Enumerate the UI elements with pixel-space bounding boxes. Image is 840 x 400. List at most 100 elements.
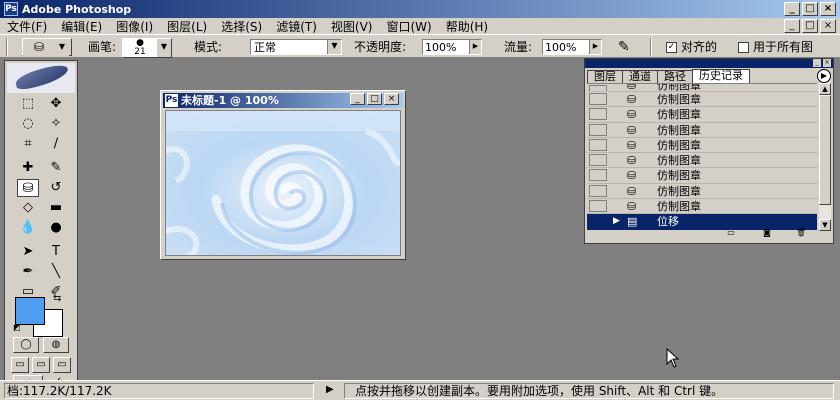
blur-tool-icon[interactable]: 💧 [17, 219, 39, 237]
history-state[interactable]: ⛁ 仿制图章 [587, 153, 817, 169]
history-state[interactable]: ⛁ 仿制图章 [587, 92, 817, 108]
screen-mode-full-button[interactable]: ▭ [53, 357, 71, 373]
new-document-from-state-icon[interactable]: ▭ [723, 229, 739, 239]
history-source-checkbox[interactable] [589, 85, 607, 91]
foreground-color-swatch[interactable] [15, 297, 45, 325]
delete-state-icon[interactable]: 🗑 [793, 229, 809, 239]
flow-field[interactable]: 100% ▶ [542, 39, 602, 55]
brush-tool-icon[interactable]: ✎ [45, 159, 67, 177]
all-layers-checkbox[interactable]: 用于所有图 [738, 38, 813, 56]
menu-edit[interactable]: 编辑(E) [54, 18, 109, 35]
opacity-field[interactable]: 100% ▶ [422, 39, 482, 55]
type-tool-icon[interactable]: T [45, 243, 67, 261]
standard-mode-button[interactable]: ◯ [13, 337, 39, 353]
scroll-down-icon[interactable]: ▼ [819, 219, 831, 231]
history-scrollbar[interactable]: ▲ ▼ [819, 83, 831, 231]
doc-minimize-button[interactable]: _ [784, 19, 800, 33]
menu-image[interactable]: 图像(I) [109, 18, 160, 35]
panel-close-button[interactable]: × [823, 59, 831, 67]
history-state-current[interactable]: ▶ ▤ 位移 [587, 214, 817, 230]
gradient-tool-icon[interactable]: ▬ [45, 199, 67, 217]
path-selection-tool-icon[interactable]: ➤ [17, 243, 39, 261]
menu-window[interactable]: 窗口(W) [379, 18, 438, 35]
tab-channels[interactable]: 通道 [622, 70, 658, 83]
move-tool-icon[interactable]: ✥ [45, 95, 67, 113]
document-canvas[interactable] [165, 110, 401, 256]
screen-mode-standard-button[interactable]: ▭ [11, 357, 29, 373]
crop-tool-icon[interactable]: ⌗ [17, 135, 39, 153]
close-button[interactable]: × [820, 2, 836, 16]
all-layers-checkbox-box[interactable] [738, 41, 749, 53]
history-state[interactable]: ⛁ 仿制图章 [587, 199, 817, 215]
history-source-checkbox[interactable] [589, 215, 607, 228]
slice-tool-icon[interactable]: ∕ [45, 135, 67, 153]
history-source-checkbox[interactable] [589, 184, 607, 197]
new-snapshot-icon[interactable]: ◙ [759, 229, 775, 239]
panel-titlebar[interactable]: _ × [585, 59, 833, 68]
document-window[interactable]: Ps 未标题-1 @ 100% _ □ × [160, 90, 406, 260]
lasso-tool-icon[interactable]: ◌ [17, 115, 39, 133]
history-brush-tool-icon[interactable]: ↺ [45, 179, 67, 197]
magic-wand-tool-icon[interactable]: ✧ [45, 115, 67, 133]
history-source-checkbox[interactable] [589, 93, 607, 105]
menu-layer[interactable]: 图层(L) [160, 18, 214, 35]
mode-select[interactable]: 正常 ▼ [250, 39, 342, 55]
history-state[interactable]: ⛁ 仿制图章 [587, 184, 817, 200]
quick-mask-mode-button[interactable]: ◍ [43, 337, 69, 353]
marquee-tool-icon[interactable]: ⬚ [17, 95, 39, 113]
menu-view[interactable]: 视图(V) [324, 18, 380, 35]
menu-select[interactable]: 选择(S) [214, 18, 269, 35]
healing-brush-tool-icon[interactable]: ✚ [17, 159, 39, 177]
eraser-tool-icon[interactable]: ◇ [17, 199, 39, 217]
scrollbar-thumb[interactable] [819, 95, 831, 205]
history-list[interactable]: ⛁ 仿制图章 ⛁ 仿制图章 ⛁ 仿制图章 ⛁ 仿制图章 ⛁ 仿制图章 ⛁ 仿制图… [587, 83, 817, 231]
history-state[interactable]: ⛁ 仿制图章 [587, 168, 817, 184]
menu-file[interactable]: 文件(F) [0, 18, 54, 35]
panel-menu-button[interactable]: ▶ [817, 69, 831, 83]
swap-colors-icon[interactable]: ⇆ [53, 293, 61, 304]
minimize-button[interactable]: _ [784, 2, 800, 16]
doc-close-button[interactable]: × [820, 19, 836, 33]
clone-stamp-tool-icon[interactable]: ⛁ [17, 179, 39, 197]
history-source-checkbox[interactable] [589, 169, 607, 182]
tab-history[interactable]: 历史记录 [692, 69, 750, 83]
history-source-checkbox[interactable] [589, 154, 607, 167]
history-source-checkbox[interactable] [589, 200, 607, 213]
aligned-checkbox[interactable]: ✓ 对齐的 [666, 38, 717, 56]
chevron-down-icon[interactable]: ▼ [55, 39, 69, 57]
line-tool-icon[interactable]: ╲ [45, 263, 67, 281]
airbrush-icon[interactable]: ✎ [618, 38, 630, 56]
history-panel[interactable]: _ × 图层 通道 路径 历史记录 ▶ ⛁ 仿制图章 ⛁ 仿制图章 ⛁ 仿制图章… [584, 58, 834, 244]
status-menu-arrow-icon[interactable]: ▶ [326, 383, 334, 397]
history-state[interactable]: ⛁ 仿制图章 [587, 123, 817, 138]
history-source-checkbox[interactable] [589, 138, 607, 151]
history-state[interactable]: ⛁ 仿制图章 [587, 138, 817, 154]
tab-paths[interactable]: 路径 [657, 70, 693, 83]
options-grip[interactable] [6, 38, 8, 56]
photoshop-logo[interactable] [7, 63, 75, 93]
pen-tool-icon[interactable]: ✒ [17, 263, 39, 281]
doc-restore-button[interactable]: □ [802, 19, 818, 33]
document-size-info[interactable]: 档:117.2K/117.2K [4, 383, 314, 399]
panel-minimize-button[interactable]: _ [813, 59, 821, 67]
menu-filter[interactable]: 滤镜(T) [269, 18, 324, 35]
history-source-checkbox[interactable] [589, 123, 607, 136]
scroll-up-icon[interactable]: ▲ [819, 83, 831, 95]
history-source-checkbox[interactable] [589, 108, 607, 121]
aligned-checkbox-box[interactable]: ✓ [666, 41, 677, 53]
maximize-button[interactable]: □ [802, 2, 818, 16]
screen-mode-full-menu-button[interactable]: ▭ [32, 357, 50, 373]
history-state[interactable]: ⛁ 仿制图章 [587, 84, 817, 92]
menu-help[interactable]: 帮助(H) [439, 18, 495, 35]
photoshop-app-icon[interactable]: Ps [4, 2, 18, 16]
doc-window-minimize-button[interactable]: _ [350, 93, 365, 105]
tab-layers[interactable]: 图层 [587, 70, 623, 83]
chevron-down-icon[interactable]: ▼ [157, 39, 171, 57]
history-state[interactable]: ⛁ 仿制图章 [587, 107, 817, 123]
slider-arrow-icon[interactable]: ▶ [469, 40, 481, 54]
chevron-down-icon[interactable]: ▼ [327, 40, 341, 54]
tool-preset-picker[interactable]: ⛁ ▼ [22, 38, 72, 57]
doc-window-maximize-button[interactable]: □ [367, 93, 382, 105]
dodge-tool-icon[interactable]: ● [45, 219, 67, 237]
doc-window-close-button[interactable]: × [384, 93, 399, 105]
